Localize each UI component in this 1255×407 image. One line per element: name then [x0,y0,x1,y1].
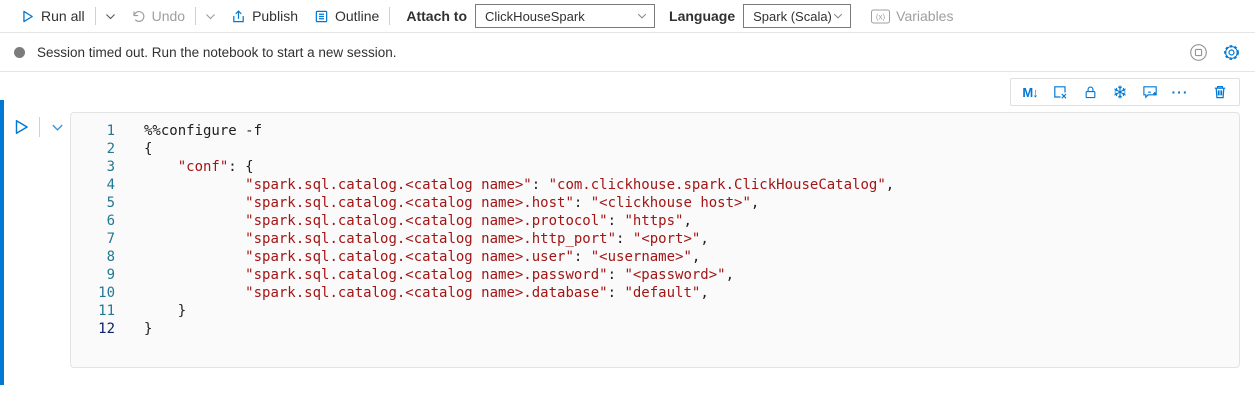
code-line: 10 "spark.sql.catalog.<catalog name>.dat… [71,284,1239,302]
undo-icon [131,9,146,24]
outline-button[interactable]: Outline [306,3,387,29]
markdown-icon: M↓ [1022,85,1037,100]
chevron-down-icon [832,10,844,22]
clear-output-icon [1052,84,1068,100]
code-text: "spark.sql.catalog.<catalog name>.protoc… [144,212,692,230]
code-line: 3 "conf": { [71,158,1239,176]
code-line: 12} [71,320,1239,338]
chevron-down-icon [104,10,117,23]
code-line: 2{ [71,140,1239,158]
more-commands-button[interactable]: ··· [1167,80,1193,104]
session-status-dot [14,47,25,58]
publish-button[interactable]: Publish [223,3,306,29]
cell-collapse-button[interactable] [47,117,67,137]
language-value: Spark (Scala) [753,9,832,24]
code-text: "spark.sql.catalog.<catalog name>.host":… [144,194,759,212]
code-line: 6 "spark.sql.catalog.<catalog name>.prot… [71,212,1239,230]
code-text: "spark.sql.catalog.<catalog name>.databa… [144,284,709,302]
line-number: 9 [71,266,115,284]
line-number: 11 [71,302,115,320]
code-line: 9 "spark.sql.catalog.<catalog name>.pass… [71,266,1239,284]
run-all-label: Run all [41,8,85,24]
code-lines: 1%%configure -f2{3 "conf": {4 "spark.sql… [71,122,1239,338]
comment-add-icon [1142,84,1159,100]
code-line: 11 } [71,302,1239,320]
run-cell-button[interactable] [10,116,32,138]
chevron-down-icon [204,10,217,23]
line-number: 6 [71,212,115,230]
clear-output-button[interactable] [1047,80,1073,104]
chevron-down-icon [636,10,648,22]
line-number: 12 [71,320,115,338]
code-text: "conf": { [144,158,254,176]
line-number: 10 [71,284,115,302]
divider [389,7,390,25]
code-line: 5 "spark.sql.catalog.<catalog name>.host… [71,194,1239,212]
svg-text:(x): (x) [876,12,886,21]
code-text: } [144,320,152,338]
lock-cell-button[interactable] [1077,80,1103,104]
outline-icon [314,9,329,24]
code-line: 4 "spark.sql.catalog.<catalog name>": "c… [71,176,1239,194]
lock-icon [1083,85,1098,100]
line-number: 2 [71,140,115,158]
line-number: 8 [71,248,115,266]
variables-label: Variables [896,8,953,24]
run-all-button[interactable]: Run all [12,3,93,29]
publish-icon [231,9,246,24]
cell-toolbar: M↓ [1010,78,1240,106]
cell-selection-indicator [0,100,4,385]
attach-to-value: ClickHouseSpark [485,9,585,24]
divider [95,7,96,25]
language-label: Language [669,8,735,24]
undo-options-button[interactable] [198,10,223,23]
convert-to-markdown-button[interactable]: M↓ [1017,80,1043,104]
trash-icon [1212,84,1228,100]
stop-session-button[interactable] [1189,43,1208,62]
code-text: { [144,140,152,158]
session-settings-button[interactable] [1222,43,1241,62]
line-number: 4 [71,176,115,194]
session-status-message: Session timed out. Run the notebook to s… [37,45,1189,60]
attach-to-select[interactable]: ClickHouseSpark [475,4,655,28]
line-number: 5 [71,194,115,212]
variables-icon: (x) [871,9,890,24]
outline-label: Outline [335,8,379,24]
code-text: %%configure -f [144,122,262,140]
code-line: 8 "spark.sql.catalog.<catalog name>.user… [71,248,1239,266]
code-cell[interactable]: 1%%configure -f2{3 "conf": {4 "spark.sql… [70,112,1240,368]
session-status-bar: Session timed out. Run the notebook to s… [0,32,1255,72]
code-text: "spark.sql.catalog.<catalog name>.http_p… [144,230,709,248]
ellipsis-icon: ··· [1172,84,1189,100]
line-number: 1 [71,122,115,140]
delete-cell-button[interactable] [1207,80,1233,104]
language-select[interactable]: Spark (Scala) [743,4,851,28]
line-number: 3 [71,158,115,176]
attach-to-label: Attach to [406,8,467,24]
freeze-cell-button[interactable] [1107,80,1133,104]
code-text: "spark.sql.catalog.<catalog name>.passwo… [144,266,734,284]
divider [39,117,40,137]
divider [195,7,196,25]
cell-run-controls [10,116,67,138]
notebook-toolbar: Run all Undo Publish [0,0,1255,32]
code-line: 1 %%configure -f [71,122,1239,140]
publish-label: Publish [252,8,298,24]
code-text: } [144,302,186,320]
play-icon [20,9,35,24]
line-number: 7 [71,230,115,248]
code-text: "spark.sql.catalog.<catalog name>": "com… [144,176,894,194]
undo-button[interactable]: Undo [123,3,193,29]
add-comment-button[interactable] [1137,80,1163,104]
code-text: "spark.sql.catalog.<catalog name>.user":… [144,248,700,266]
snowflake-icon [1112,84,1128,100]
run-all-options-button[interactable] [98,10,123,23]
undo-label: Undo [152,8,185,24]
code-line: 7 "spark.sql.catalog.<catalog name>.http… [71,230,1239,248]
variables-button[interactable]: (x) Variables [863,3,961,29]
notebook-canvas: M↓ [0,72,1255,407]
